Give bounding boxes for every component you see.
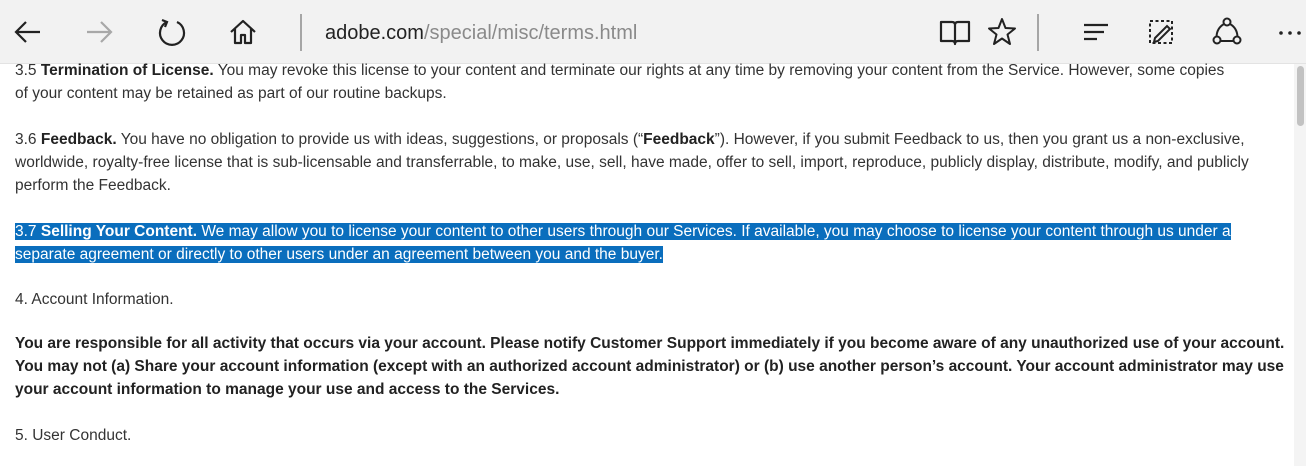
home-icon[interactable]	[223, 12, 263, 52]
section-4-title: 4. Account Information.	[15, 291, 174, 308]
section-body: We may allow you to license your content…	[197, 223, 1231, 240]
web-note-icon[interactable]	[1141, 12, 1181, 52]
section-3-7-line1: 3.7 Selling Your Content. We may allow y…	[15, 220, 1287, 243]
browser-toolbar: adobe.com/special/misc/terms.html	[0, 0, 1306, 64]
url-domain: adobe.com	[325, 22, 424, 44]
toolbar-separator-2	[1037, 14, 1039, 51]
defined-term: Feedback	[643, 131, 715, 148]
section-heading: Termination of License.	[40, 62, 214, 79]
section-number: 3.6	[15, 131, 41, 148]
section-number: 3.5	[15, 62, 41, 79]
more-icon[interactable]	[1270, 12, 1306, 52]
hub-icon[interactable]	[1076, 12, 1116, 52]
section-heading: Feedback.	[40, 131, 117, 148]
refresh-icon[interactable]	[152, 12, 192, 52]
selected-text: 3.7 Selling Your Content. We may allow y…	[15, 223, 1231, 240]
section-3-7-line2: separate agreement or directly to other …	[15, 243, 1287, 266]
address-bar[interactable]: adobe.com/special/misc/terms.html	[325, 20, 637, 46]
section-body: You may revoke this license to your cont…	[213, 62, 1225, 79]
section-3-6: 3.6 Feedback. You have no obligation to …	[15, 128, 1287, 197]
toolbar-separator	[300, 14, 302, 51]
section-heading: Selling Your Content.	[40, 223, 198, 240]
section-3-7: 3.7 Selling Your Content. We may allow y…	[15, 220, 1287, 266]
back-icon[interactable]	[8, 12, 48, 52]
forward-icon[interactable]	[79, 12, 119, 52]
section-3-5-line1: 3.5 Termination of License. You may revo…	[15, 59, 1287, 82]
section-number: 3.7	[15, 223, 41, 240]
section-5-title: 5. User Conduct.	[15, 427, 132, 444]
reading-view-icon[interactable]	[935, 12, 975, 52]
section-3-5: 3.5 Termination of License. You may revo…	[15, 59, 1287, 105]
selected-text-line2: separate agreement or directly to other …	[15, 246, 663, 263]
url-path: /special/misc/terms.html	[423, 22, 638, 44]
favorite-star-icon[interactable]	[982, 12, 1022, 52]
scrollbar-thumb[interactable]	[1297, 66, 1304, 126]
section-body: You have no obligation to provide us wit…	[116, 131, 644, 148]
section-4-body: You are responsible for all activity tha…	[15, 335, 1285, 398]
section-3-5-line2: of your content may be retained as part …	[15, 85, 447, 102]
share-icon[interactable]	[1207, 12, 1247, 52]
